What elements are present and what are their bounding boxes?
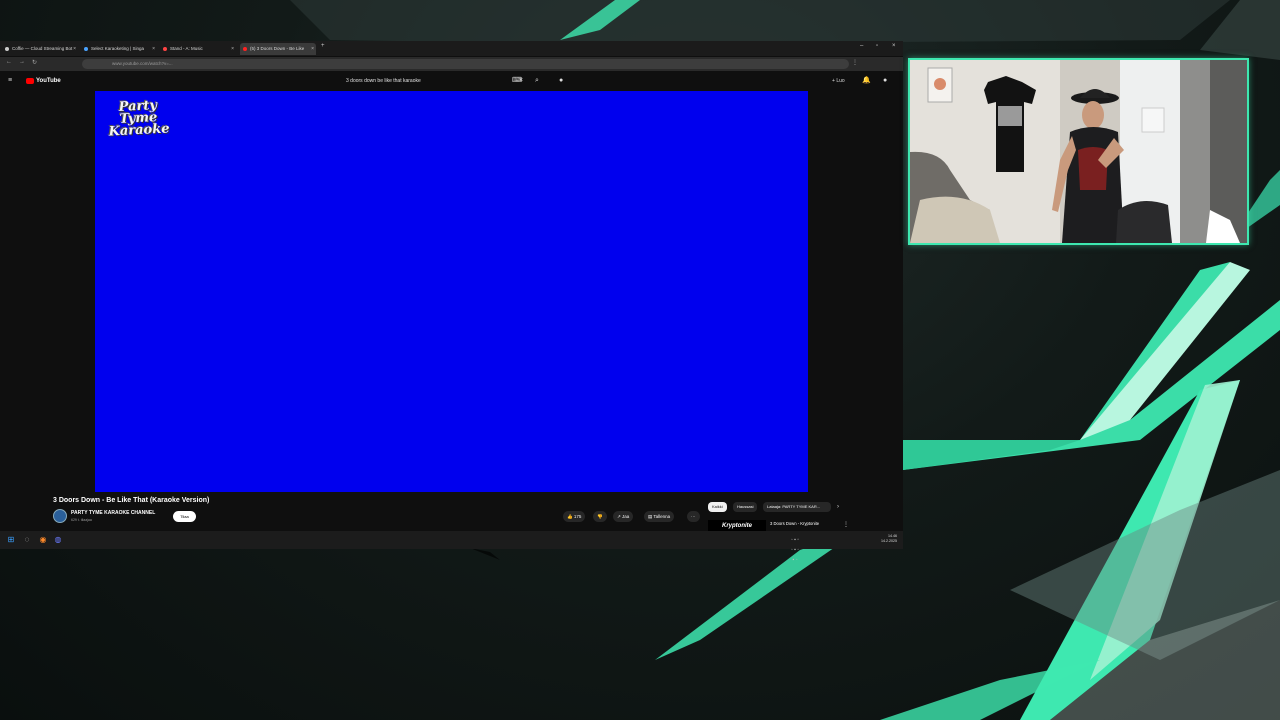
- browser-window: Coffie — Cloud Streaming Bot × Select Ka…: [0, 41, 903, 532]
- clear-search-icon[interactable]: ×: [519, 76, 523, 86]
- tab-favicon-icon: [243, 47, 247, 51]
- tab-favicon-icon: [163, 47, 167, 51]
- tab-label: Select Karaoketing | Singa: [91, 46, 144, 51]
- webcam-feed: [910, 60, 1247, 243]
- close-icon[interactable]: ×: [73, 43, 76, 55]
- discord-taskbar-icon[interactable]: ◍: [53, 535, 63, 545]
- tab-music[interactable]: Stand - A: Music ×: [160, 43, 236, 55]
- tab-singa[interactable]: Select Karaoketing | Singa ×: [81, 43, 157, 55]
- close-icon[interactable]: ×: [152, 43, 155, 55]
- youtube-header: ≡ YouTube 3 doors down be like that kara…: [0, 72, 903, 90]
- party-tyme-logo: Party Tyme Karaoke: [108, 98, 170, 140]
- taskbar-clock[interactable]: 14.46 14.2.2025: [881, 534, 897, 544]
- start-icon[interactable]: ⊞: [6, 535, 16, 545]
- up-next-title[interactable]: 3 Doors Down - Kryptonite: [770, 521, 819, 526]
- tab-label: Coffie — Cloud Streaming Bot: [12, 46, 73, 51]
- close-window-icon[interactable]: ×: [892, 43, 896, 49]
- like-button[interactable]: 👍 175: [563, 511, 586, 522]
- avatar[interactable]: ●: [883, 76, 887, 86]
- chevron-right-icon[interactable]: ›: [837, 502, 839, 512]
- menu-icon[interactable]: ≡: [8, 76, 12, 86]
- video-title: 3 Doors Down - Be Like That (Karaoke Ver…: [53, 497, 210, 504]
- tab-favicon-icon: [84, 47, 88, 51]
- youtube-play-icon: [26, 78, 34, 84]
- youtube-logo[interactable]: YouTube: [26, 76, 61, 86]
- create-button[interactable]: + Luo: [832, 76, 845, 86]
- tab-favicon-icon: [5, 47, 9, 51]
- create-label: Luo: [836, 78, 845, 84]
- close-icon[interactable]: ×: [231, 43, 234, 55]
- notifications-icon[interactable]: 🔔: [862, 76, 871, 86]
- youtube-logo-label: YouTube: [36, 78, 61, 84]
- search-icon[interactable]: ⌕: [535, 76, 539, 86]
- taskbar: ⊞ ◌ ◉ ◍ ◦ ▪ ▫ ◦ ▪ ◦ ▪ ◦ 14.46 14.2.2025: [0, 531, 903, 563]
- share-button[interactable]: ↗ Jaa: [613, 511, 634, 522]
- webcam-overlay: [908, 58, 1249, 245]
- subscribe-button[interactable]: Tilaa: [173, 511, 196, 522]
- chip-uploader[interactable]: Lataaja: PARTY TYME KAR...: [763, 502, 831, 512]
- save-button[interactable]: ▤ Tallenna: [644, 511, 675, 522]
- more-actions-button[interactable]: ···: [687, 511, 700, 522]
- video-player[interactable]: Party Tyme Karaoke: [95, 91, 808, 492]
- maximize-icon[interactable]: ▫: [876, 43, 878, 49]
- like-count: 175: [573, 514, 582, 519]
- tab-bar: Coffie — Cloud Streaming Bot × Select Ka…: [0, 41, 903, 56]
- up-next-menu-icon[interactable]: ⋮: [843, 520, 849, 530]
- address-row: ← → ↻ www.youtube.com/watch?v=... ⋮: [0, 57, 903, 71]
- channel-avatar[interactable]: [53, 509, 67, 523]
- forward-icon[interactable]: →: [19, 59, 25, 65]
- search-input[interactable]: 3 doors down be like that karaoke: [340, 76, 530, 86]
- chip-all[interactable]: Kaikki: [708, 502, 727, 512]
- chip-search-related[interactable]: Haussasi: [733, 502, 758, 512]
- dislike-button[interactable]: 👎: [593, 511, 607, 522]
- microphone-icon[interactable]: ●: [559, 76, 563, 86]
- address-bar[interactable]: www.youtube.com/watch?v=...: [82, 59, 849, 69]
- tray-icons[interactable]: ◦ ▪ ▫ ◦ ▪ ◦ ▪ ◦: [790, 535, 800, 563]
- save-label: Tallenna: [653, 514, 671, 519]
- tab-label: (5) 3 Doors Down - Be Like: [250, 46, 305, 51]
- new-tab-icon[interactable]: +: [321, 43, 325, 49]
- back-icon[interactable]: ←: [6, 59, 12, 65]
- extensions-icon[interactable]: ⋮: [852, 59, 858, 66]
- minimize-icon[interactable]: –: [860, 43, 863, 49]
- search-taskbar-icon[interactable]: ◌: [22, 535, 32, 545]
- reload-icon[interactable]: ↻: [32, 59, 37, 66]
- channel-name[interactable]: PARTY TYME KARAOKE CHANNEL: [71, 510, 155, 516]
- tab-coffie[interactable]: Coffie — Cloud Streaming Bot ×: [2, 43, 78, 55]
- tab-label: Stand - A: Music: [170, 46, 203, 51]
- channel-subscribers: 629 t. tilaajaa: [71, 518, 92, 522]
- desktop: Coffie — Cloud Streaming Bot × Select Ka…: [0, 0, 1280, 720]
- close-icon[interactable]: ×: [311, 43, 314, 55]
- browser-taskbar-icon[interactable]: ◉: [38, 535, 48, 545]
- tab-youtube[interactable]: (5) 3 Doors Down - Be Like ×: [240, 43, 316, 55]
- share-label: Jaa: [622, 514, 630, 519]
- clock-date: 14.2.2025: [881, 539, 897, 543]
